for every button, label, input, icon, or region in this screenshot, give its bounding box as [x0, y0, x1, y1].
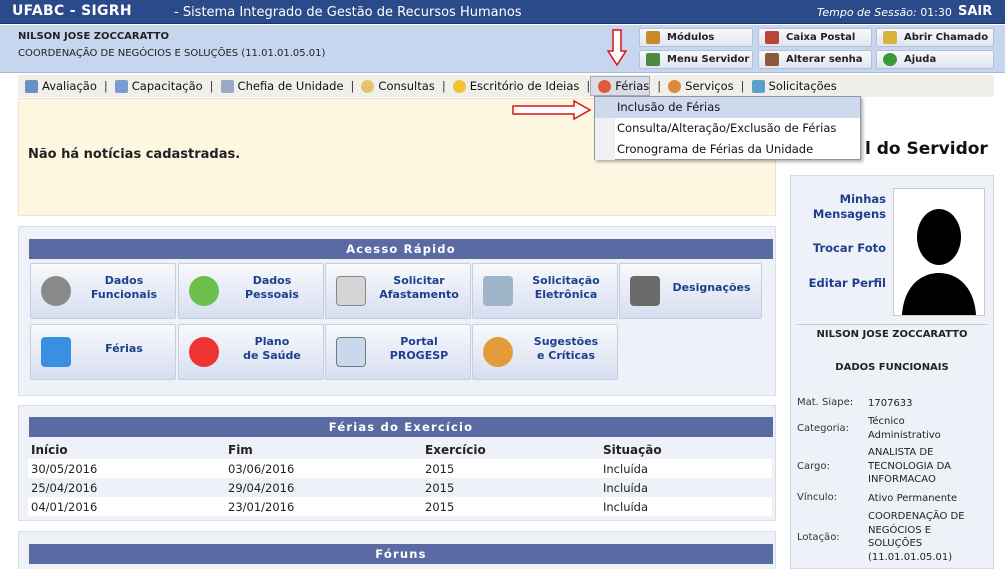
col-exercicio: Exercício: [425, 442, 486, 457]
minhas-mensagens-link[interactable]: Minhas Mensagens: [791, 192, 886, 222]
tile-solicitacao-eletronica[interactable]: Solicitação Eletrônica: [472, 263, 618, 319]
tile-dados-pessoais[interactable]: Dados Pessoais: [178, 263, 324, 319]
app-title: UFABC - SIGRH: [12, 3, 132, 19]
trocar-foto-link[interactable]: Trocar Foto: [791, 241, 886, 256]
support-agent-icon: [483, 337, 513, 367]
medical-cross-icon: [189, 337, 219, 367]
network-icon: [646, 53, 660, 66]
edit-doc-icon: [114, 79, 128, 93]
ferias-table: Início Fim Exercício Situação 30/05/2016…: [28, 440, 772, 516]
field-siape: Mat. Siape: 1707633: [797, 397, 913, 409]
news-message: Não há notícias cadastradas.: [28, 147, 241, 162]
ajuda-button[interactable]: Ajuda: [876, 50, 994, 69]
acesso-rapido-title: Acesso Rápido: [29, 239, 773, 259]
user-unit: COORDENAÇÃO DE NEGÓCIOS E SOLUÇÕES (11.0…: [18, 48, 326, 59]
user-name: NILSON JOSE ZOCCARATTO: [18, 31, 169, 42]
right-arrow-annotation: [512, 100, 592, 120]
foruns-title: Fóruns: [29, 544, 773, 564]
menu-servidor-button[interactable]: Menu Servidor: [639, 50, 753, 69]
menu-escritorio[interactable]: Escritório de Ideias: [446, 79, 579, 93]
person-icon: [189, 276, 219, 306]
magnifier-icon: [361, 79, 375, 93]
computer-icon: [483, 276, 513, 306]
dados-funcionais-heading: DADOS FUNCIONAIS: [835, 362, 949, 373]
dropdown-cronograma-ferias[interactable]: Cronograma de Férias da Unidade: [595, 139, 860, 160]
profile-name: NILSON JOSE ZOCCARATTO: [816, 329, 968, 340]
acesso-rapido-panel: Acesso Rápido Dados Funcionais Dados Pes…: [18, 226, 776, 396]
dropdown-consulta-ferias[interactable]: Consulta/Alteração/Exclusão de Férias: [595, 118, 860, 139]
foruns-panel: Fóruns: [18, 531, 776, 569]
session-timer: Tempo de Sessão: 01:30: [817, 6, 952, 19]
dropdown-inclusao-ferias[interactable]: Inclusão de Férias: [595, 97, 860, 118]
menu-capacitacao[interactable]: Capacitação: [108, 79, 203, 93]
table-row: 25/04/2016 29/04/2016 2015 Incluída: [28, 478, 772, 497]
user-info-bar: NILSON JOSE ZOCCARATTO COORDENAÇÃO DE NE…: [0, 25, 1005, 73]
megaphone-icon: [883, 31, 897, 44]
col-inicio: Início: [31, 442, 68, 457]
tile-plano-saude[interactable]: Plano de Saúde: [178, 324, 324, 380]
pencil-icon: [25, 79, 38, 93]
field-categoria: Categoria: Técnico Administrativo: [797, 416, 941, 441]
profile-panel: Minhas Mensagens Trocar Foto Editar Perf…: [790, 175, 994, 569]
down-arrow-annotation: [607, 29, 627, 67]
portal-title: l do Servidor: [865, 139, 988, 159]
caixa-postal-button[interactable]: Caixa Postal: [758, 28, 872, 47]
menu-servicos[interactable]: Serviços: [661, 79, 734, 93]
lightbulb-icon: [452, 79, 466, 93]
field-cargo: Cargo: ANALISTA DE TECNOLOGIA DA INFORMAC…: [797, 447, 951, 485]
id-card-icon: [336, 337, 366, 367]
person-icon: [668, 79, 682, 93]
avatar: [893, 188, 985, 316]
top-bar: UFABC - SIGRH - Sistema Integrado de Ges…: [0, 0, 1005, 24]
tile-portal-progesp[interactable]: Portal PROGESP: [325, 324, 471, 380]
envelope-icon: [765, 31, 779, 44]
help-icon: [883, 53, 897, 66]
ferias-exercicio-title: Férias do Exercício: [29, 417, 773, 437]
calendar-icon: [336, 276, 366, 306]
app-subtitle: - Sistema Integrado de Gestão de Recurso…: [174, 5, 522, 20]
tile-sugestoes[interactable]: Sugestões e Críticas: [472, 324, 618, 380]
cube-icon: [646, 31, 660, 44]
menu-consultas[interactable]: Consultas: [354, 79, 435, 93]
logout-link[interactable]: SAIR: [958, 4, 992, 19]
org-chart-icon: [220, 79, 234, 93]
alterar-senha-button[interactable]: Alterar senha: [758, 50, 872, 69]
tile-dados-funcionais[interactable]: Dados Funcionais: [30, 263, 176, 319]
airplane-icon: [41, 337, 71, 367]
col-fim: Fim: [228, 442, 253, 457]
main-menu: Avaliação | Capacitação | Chefia de Unidad…: [18, 75, 994, 97]
ferias-dropdown: Inclusão de Férias Consulta/Alteração/Ex…: [594, 96, 861, 160]
menu-ferias[interactable]: Férias: [590, 76, 651, 96]
employee-icon: [41, 276, 71, 306]
editar-perfil-link[interactable]: Editar Perfil: [791, 276, 886, 291]
silhouette-icon: [902, 209, 976, 315]
table-row: 04/01/2016 23/01/2016 2015 Incluída: [28, 497, 772, 516]
table-header: Início Fim Exercício Situação: [28, 440, 772, 459]
table-row: 30/05/2016 03/06/2016 2015 Incluída: [28, 459, 772, 478]
tile-designacoes[interactable]: Designações: [619, 263, 762, 319]
col-situacao: Situação: [603, 442, 662, 457]
form-icon: [751, 79, 765, 93]
menu-avaliacao[interactable]: Avaliação: [18, 79, 97, 93]
field-vinculo: Vínculo: Ativo Permanente: [797, 492, 958, 504]
modulos-button[interactable]: Módulos: [639, 28, 753, 47]
field-lotacao: Lotação: COORDENAÇÃO DE NEGÓCIOS E SOLUÇÕ…: [797, 511, 965, 563]
tile-ferias[interactable]: Férias: [30, 324, 176, 380]
menu-chefia[interactable]: Chefia de Unidade: [214, 79, 344, 93]
briefcase-icon: [630, 276, 660, 306]
menu-solicitacoes[interactable]: Solicitações: [745, 79, 837, 93]
abrir-chamado-button[interactable]: Abrir Chamado: [876, 28, 994, 47]
tile-solicitar-afastamento[interactable]: Solicitar Afastamento: [325, 263, 471, 319]
lifebuoy-icon: [598, 79, 612, 93]
person-key-icon: [765, 53, 779, 66]
